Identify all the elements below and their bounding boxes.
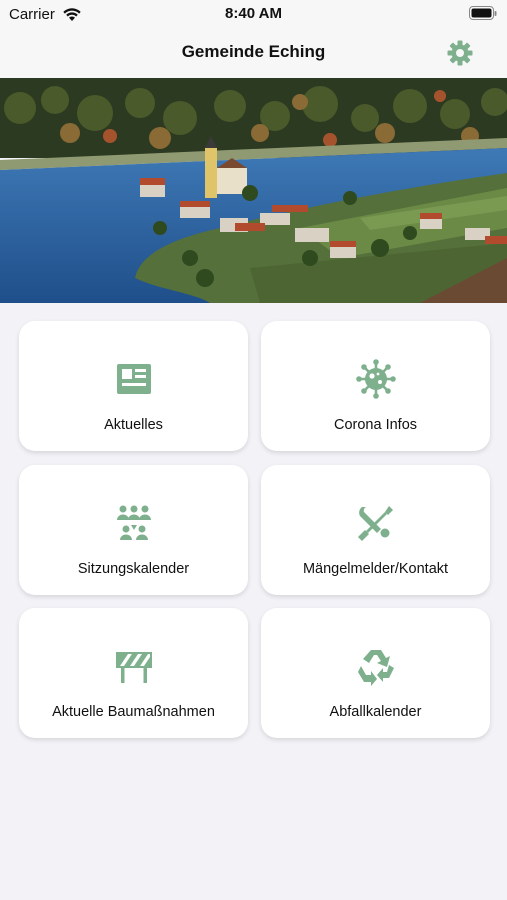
tile-label: Sitzungskalender — [77, 561, 190, 577]
app-screen: Carrier 8:40 AM Gemeinde Eching Aktuelle… — [0, 0, 507, 900]
recycle-icon — [357, 650, 394, 686]
tile-label: Aktuelles — [104, 417, 163, 433]
tile-corona-infos[interactable]: Corona Infos — [261, 321, 490, 451]
status-time: 8:40 AM — [225, 5, 282, 22]
tile-label: Mängelmelder/Kontakt — [302, 561, 449, 577]
battery-icon — [469, 6, 497, 20]
virus-icon — [355, 359, 396, 399]
news-icon — [116, 364, 151, 394]
village-aerial-photo — [0, 78, 507, 303]
page-title: Gemeinde Eching — [181, 42, 326, 61]
tile-label: Aktuelle Baumaßnahmen — [52, 704, 215, 720]
tools-icon — [357, 506, 393, 541]
gear-icon[interactable] — [446, 39, 474, 67]
tile-label: Corona Infos — [333, 417, 418, 433]
tile-aktuelle-baumassnahmen[interactable]: Aktuelle Baumaßnahmen — [19, 608, 248, 738]
tile-aktuelles[interactable]: Aktuelles — [19, 321, 248, 451]
status-bar: Carrier 8:40 AM — [0, 0, 507, 30]
tile-abfallkalender[interactable]: Abfallkalender — [261, 608, 490, 738]
navigation-bar: Gemeinde Eching — [0, 30, 507, 78]
meeting-icon — [116, 505, 151, 540]
tile-label: Abfallkalender — [329, 704, 422, 720]
tile-maengelmelder-kontakt[interactable]: Mängelmelder/Kontakt — [261, 465, 490, 595]
tile-sitzungskalender[interactable]: Sitzungskalender — [19, 465, 248, 595]
construction-barrier-icon — [115, 652, 152, 683]
